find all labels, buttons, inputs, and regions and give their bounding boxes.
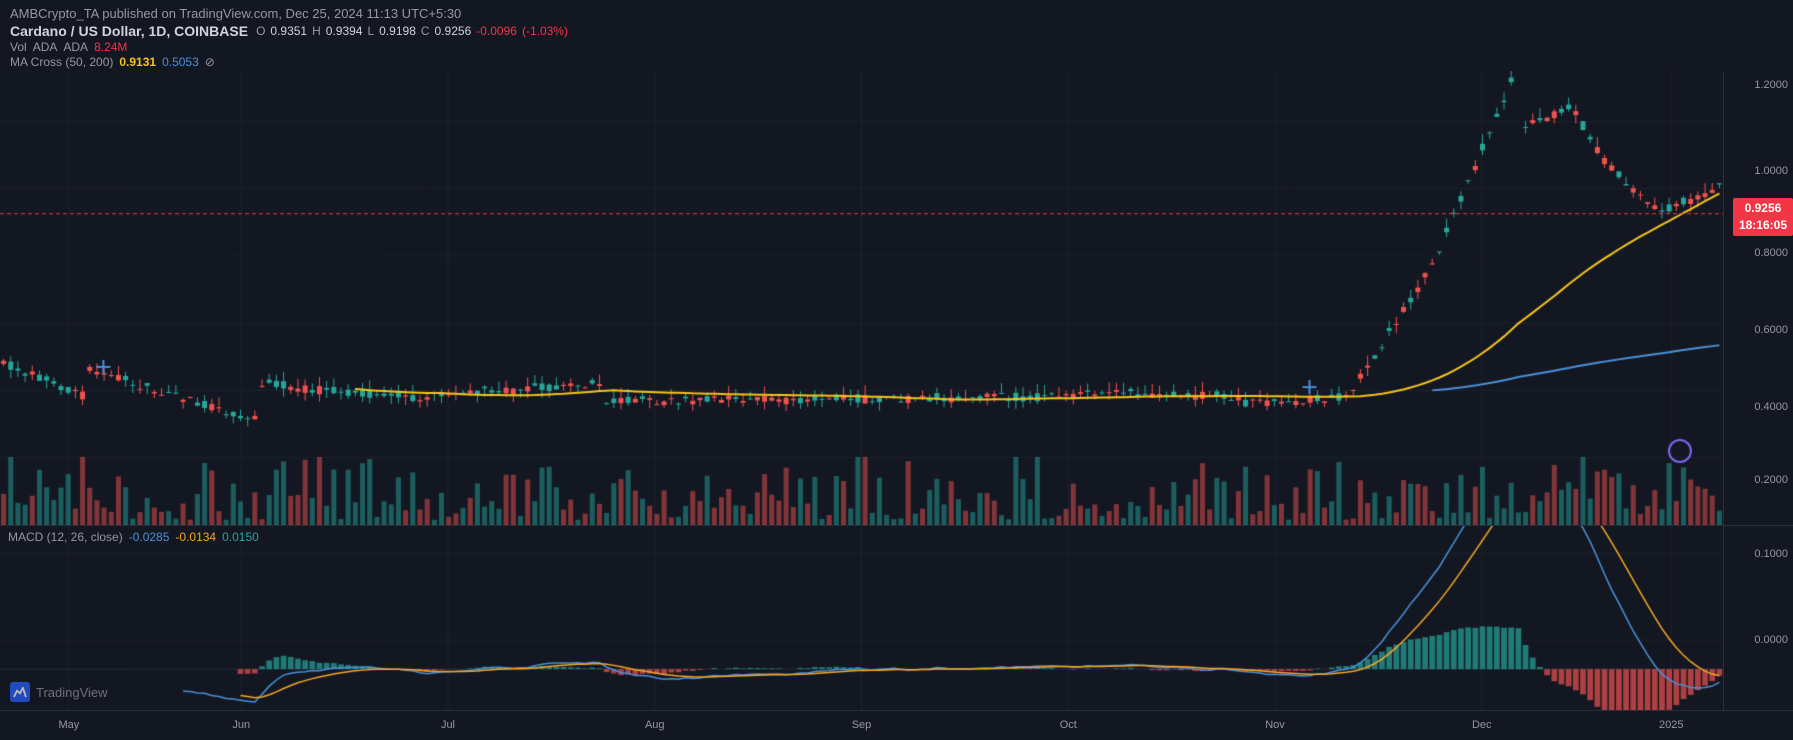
- macd-y-axis: 0.1000 0.0000: [1723, 526, 1793, 710]
- pair-label: Cardano / US Dollar, 1D, COINBASE: [10, 23, 248, 39]
- vol-label: Vol: [10, 40, 27, 54]
- ma-val2: 0.5053: [162, 55, 199, 69]
- ohlc-o-label: O: [256, 24, 265, 38]
- vol-value: 8.24M: [94, 40, 127, 54]
- price-label-0400: 0.4000: [1754, 401, 1788, 413]
- attribution-line: AMBCrypto_TA published on TradingView.co…: [10, 6, 1783, 21]
- current-price-time: 18:16:05: [1739, 217, 1787, 234]
- price-label-1000: 1.0000: [1754, 165, 1788, 177]
- ohlc-change-pct: (-1.03%): [522, 24, 568, 38]
- macd-chart: MACD (12, 26, close) -0.0285 -0.0134 0.0…: [0, 526, 1723, 710]
- x-axis: May Jun Jul Aug Sep Oct Nov Dec 2025: [0, 710, 1793, 740]
- macd-val2: -0.0134: [175, 530, 216, 544]
- ohlc-h-value: 0.9394: [326, 24, 363, 38]
- x-label-nov: Nov: [1265, 719, 1285, 731]
- ohlc-c-value: 0.9256: [435, 24, 472, 38]
- price-label-1200: 1.2000: [1754, 79, 1788, 91]
- ma-label: MA Cross (50, 200): [10, 55, 113, 69]
- main-chart-area: USD 1.2000 1.0000 0.8000 0.6000 0.4000 0…: [0, 71, 1793, 525]
- x-label-2025: 2025: [1659, 719, 1683, 731]
- chart-header: AMBCrypto_TA published on TradingView.co…: [0, 0, 1793, 71]
- ohlc-c-label: C: [421, 24, 430, 38]
- tradingview-watermark: TradingView: [10, 682, 108, 702]
- ohlc-l-label: L: [367, 24, 374, 38]
- price-label-0600: 0.6000: [1754, 324, 1788, 336]
- macd-label-0100: 0.1000: [1754, 548, 1788, 560]
- x-label-may: May: [59, 719, 80, 731]
- ohlc-data: O0.9351 H0.9394 L0.9198 C0.9256 -0.0096 …: [256, 24, 568, 38]
- y-axis: 1.2000 1.0000 0.8000 0.6000 0.4000 0.200…: [1723, 71, 1793, 525]
- macd-label-0000: 0.0000: [1754, 634, 1788, 646]
- ohlc-o-value: 0.9351: [270, 24, 307, 38]
- x-label-dec: Dec: [1472, 719, 1492, 731]
- macd-val1: -0.0285: [129, 530, 170, 544]
- macd-val3: 0.0150: [222, 530, 259, 544]
- current-price-badge: 0.9256 18:16:05: [1733, 198, 1793, 236]
- x-label-sep: Sep: [852, 719, 872, 731]
- macd-label: MACD (12, 26, close): [8, 530, 123, 544]
- current-price-value: 0.9256: [1739, 200, 1787, 217]
- price-label-0200: 0.2000: [1754, 474, 1788, 486]
- ohlc-l-value: 0.9198: [379, 24, 416, 38]
- price-chart: [0, 71, 1723, 525]
- ma-val1: 0.9131: [119, 55, 156, 69]
- vol-unit-label: ADA: [63, 40, 88, 54]
- vol-unit: ADA: [33, 40, 58, 54]
- macd-section: MACD (12, 26, close) -0.0285 -0.0134 0.0…: [0, 525, 1793, 710]
- ma-line: MA Cross (50, 200) 0.9131 0.5053 ⊘: [10, 55, 1783, 69]
- tradingview-text: TradingView: [36, 685, 108, 700]
- ma-edit-icon[interactable]: ⊘: [205, 55, 215, 69]
- macd-canvas: [0, 526, 1723, 710]
- x-label-oct: Oct: [1060, 719, 1077, 731]
- x-label-aug: Aug: [645, 719, 665, 731]
- macd-header: MACD (12, 26, close) -0.0285 -0.0134 0.0…: [8, 530, 259, 544]
- x-label-jul: Jul: [441, 719, 455, 731]
- chart-container: AMBCrypto_TA published on TradingView.co…: [0, 0, 1793, 740]
- x-axis-labels: May Jun Jul Aug Sep Oct Nov Dec 2025: [0, 711, 1723, 740]
- main-chart-canvas: [0, 71, 1723, 525]
- attribution-text: AMBCrypto_TA published on TradingView.co…: [10, 6, 461, 21]
- x-axis-spacer: [1723, 711, 1793, 740]
- ohlc-change: -0.0096: [476, 24, 517, 38]
- vol-line: Vol ADA ADA 8.24M: [10, 40, 1783, 54]
- x-label-jun: Jun: [232, 719, 250, 731]
- tradingview-logo-icon: [10, 682, 30, 702]
- price-label-0800: 0.8000: [1754, 247, 1788, 259]
- ohlc-h-label: H: [312, 24, 321, 38]
